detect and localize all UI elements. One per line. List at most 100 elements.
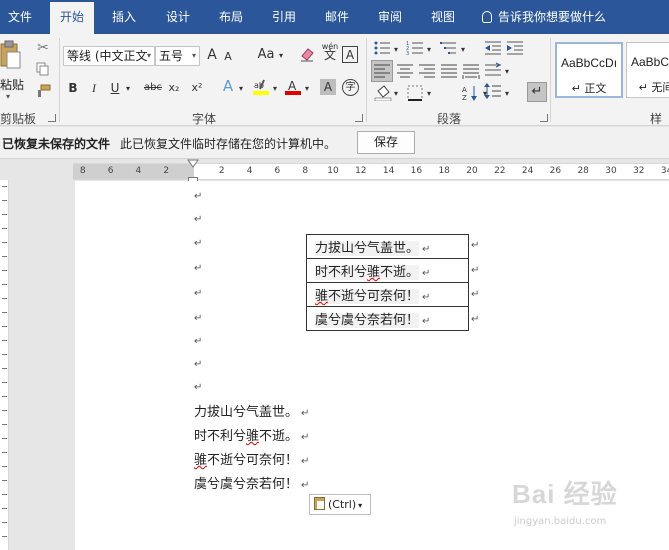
tab-design[interactable]: 设计 bbox=[158, 0, 198, 34]
bullets-icon[interactable] bbox=[373, 40, 391, 60]
clipboard-launcher-icon[interactable] bbox=[48, 114, 56, 122]
chevron-down-icon[interactable]: ▾ bbox=[277, 48, 285, 64]
text-effects-icon[interactable]: A bbox=[220, 78, 236, 94]
shading-icon[interactable] bbox=[374, 85, 392, 105]
align-center-icon[interactable] bbox=[396, 63, 414, 83]
table-cell[interactable]: 时不利兮骓不逝。 ↵ bbox=[306, 258, 469, 283]
align-right-icon[interactable] bbox=[418, 63, 436, 83]
horizontal-ruler[interactable]: 8642246810121416182022242628303234 bbox=[73, 163, 669, 180]
tell-me-search[interactable]: 告诉我你想要做什么 bbox=[482, 0, 606, 34]
numbering-icon[interactable]: 123 bbox=[406, 40, 424, 60]
copy-icon[interactable] bbox=[34, 62, 52, 80]
decrease-indent-icon[interactable] bbox=[484, 40, 502, 60]
cell-text: 虞兮虞兮奈若何！ bbox=[315, 313, 420, 328]
table-row: 力拔山兮气盖世。 ↵ bbox=[306, 234, 469, 259]
cell-paragraph-mark: ↵ bbox=[422, 268, 431, 279]
text-line[interactable]: 骓不逝兮可奈何！ ↵ bbox=[194, 449, 309, 468]
tab-home[interactable]: 开始 bbox=[50, 2, 94, 34]
tab-layout[interactable]: 布局 bbox=[211, 0, 251, 34]
paste-button[interactable]: 粘贴 ▾ bbox=[0, 38, 26, 104]
first-line-indent-marker[interactable] bbox=[187, 159, 199, 169]
increase-indent-icon[interactable] bbox=[506, 40, 524, 60]
cell-paragraph-mark: ↵ bbox=[422, 316, 431, 327]
strikethrough-button[interactable]: abc bbox=[142, 80, 164, 96]
row-end-mark: ↵ bbox=[471, 265, 480, 276]
font-name-select[interactable]: 等线 (中文正文 ▾ bbox=[63, 46, 155, 66]
style-no-spacing-sample: AaBbC bbox=[631, 55, 669, 69]
tab-mailings[interactable]: 邮件 bbox=[317, 0, 357, 34]
chevron-down-icon[interactable]: ▾ bbox=[392, 42, 400, 58]
style-normal[interactable]: AaBbCcDı ↵ 正文 bbox=[555, 42, 623, 98]
change-case-icon[interactable]: Aa bbox=[256, 47, 276, 63]
ruler-number: 20 bbox=[466, 166, 478, 176]
borders-icon[interactable] bbox=[406, 85, 424, 105]
table-cell[interactable]: 力拔山兮气盖世。 ↵ bbox=[306, 234, 469, 259]
chevron-down-icon[interactable]: ▾ bbox=[124, 81, 132, 97]
chevron-down-icon[interactable]: ▾ bbox=[481, 86, 489, 102]
paragraph-launcher-icon[interactable] bbox=[540, 114, 548, 122]
spell-error[interactable]: 骓 bbox=[315, 289, 328, 304]
chevron-down-icon[interactable]: ▾ bbox=[425, 86, 433, 102]
chinese-layout-icon[interactable] bbox=[484, 62, 502, 82]
format-painter-icon[interactable] bbox=[34, 84, 52, 102]
vertical-ruler[interactable] bbox=[0, 180, 9, 550]
align-left-icon[interactable] bbox=[371, 60, 393, 82]
ruler-number: 22 bbox=[494, 166, 506, 176]
font-color-icon[interactable]: A bbox=[284, 78, 302, 100]
highlight-color-icon[interactable]: ab bbox=[252, 78, 270, 100]
tab-insert[interactable]: 插入 bbox=[104, 0, 144, 34]
subscript-button[interactable]: x₂ bbox=[166, 80, 182, 96]
text-line[interactable]: 时不利兮骓不逝。 ↵ bbox=[194, 425, 309, 444]
chevron-down-icon[interactable]: ▾ bbox=[303, 81, 311, 97]
table-cell[interactable]: 虞兮虞兮奈若何！ ↵ bbox=[306, 306, 469, 331]
table-row: 骓不逝兮可奈何！ ↵ bbox=[306, 282, 469, 307]
show-marks-icon[interactable]: ↵ bbox=[527, 82, 547, 102]
chevron-down-icon[interactable]: ▾ bbox=[237, 81, 245, 97]
distributed-icon[interactable] bbox=[462, 63, 480, 83]
text-line[interactable]: 力拔山兮气盖世。 ↵ bbox=[194, 401, 309, 420]
italic-button[interactable]: I bbox=[88, 80, 100, 96]
paste-label: 粘贴 bbox=[0, 78, 25, 92]
style-no-spacing[interactable]: AaBbC ↵ 无间 bbox=[626, 42, 669, 98]
enclose-char-icon[interactable]: 字 bbox=[342, 79, 359, 96]
chevron-down-icon[interactable]: ▾ bbox=[459, 42, 467, 58]
cell-paragraph-mark: ↵ bbox=[422, 292, 431, 303]
save-button[interactable]: 保存 bbox=[357, 131, 415, 154]
phonetic-guide-icon[interactable]: wén 文 bbox=[320, 42, 340, 61]
tab-view[interactable]: 视图 bbox=[423, 0, 463, 34]
font-size-select[interactable]: 五号 ▾ bbox=[155, 46, 200, 66]
chevron-down-icon[interactable]: ▾ bbox=[271, 81, 279, 97]
bold-button[interactable]: B bbox=[66, 80, 80, 96]
tab-file[interactable]: 文件 bbox=[0, 0, 40, 34]
chevron-down-icon[interactable]: ▾ bbox=[503, 86, 511, 102]
chevron-down-icon[interactable]: ▾ bbox=[425, 42, 433, 58]
multilevel-list-icon[interactable] bbox=[440, 40, 458, 60]
spell-error[interactable]: 骓 bbox=[194, 453, 207, 468]
cut-icon[interactable]: ✂ bbox=[34, 40, 52, 56]
vertical-ruler-tick bbox=[2, 228, 7, 229]
table-cell[interactable]: 骓不逝兮可奈何！ ↵ bbox=[306, 282, 469, 307]
superscript-button[interactable]: x² bbox=[189, 80, 205, 96]
font-launcher-icon[interactable] bbox=[355, 114, 363, 122]
chevron-down-icon[interactable]: ▾ bbox=[392, 86, 400, 102]
text-line[interactable]: 虞兮虞兮奈若何！ ↵ bbox=[194, 473, 309, 492]
vertical-ruler-tick bbox=[2, 368, 7, 369]
poem-table[interactable]: 力拔山兮气盖世。 ↵ 时不利兮骓不逝。 ↵ 骓不逝兮可奈何！ ↵ 虞兮虞兮奈若何！ ↵ bbox=[306, 234, 469, 331]
underline-button[interactable]: U bbox=[108, 80, 122, 96]
svg-text:A: A bbox=[462, 86, 467, 94]
shrink-font-icon[interactable]: A bbox=[222, 49, 234, 65]
chevron-down-icon[interactable]: ▾ bbox=[503, 64, 511, 80]
sort-icon[interactable]: AZ bbox=[462, 84, 482, 106]
spell-error[interactable]: 骓 bbox=[246, 429, 259, 444]
grow-font-icon[interactable]: A bbox=[205, 47, 219, 63]
char-shading-icon[interactable]: A bbox=[320, 79, 336, 95]
tab-references[interactable]: 引用 bbox=[264, 0, 304, 34]
tab-review[interactable]: 审阅 bbox=[370, 0, 410, 34]
paste-options-button[interactable]: (Ctrl) ▾ bbox=[309, 494, 371, 515]
clear-format-icon[interactable] bbox=[298, 46, 316, 66]
justify-icon[interactable] bbox=[440, 63, 458, 83]
char-border-icon[interactable]: A bbox=[342, 46, 358, 63]
empty-paragraph-mark: ↵ bbox=[194, 359, 203, 370]
spell-error[interactable]: 骓 bbox=[367, 265, 380, 280]
vertical-ruler-tick bbox=[2, 242, 7, 243]
